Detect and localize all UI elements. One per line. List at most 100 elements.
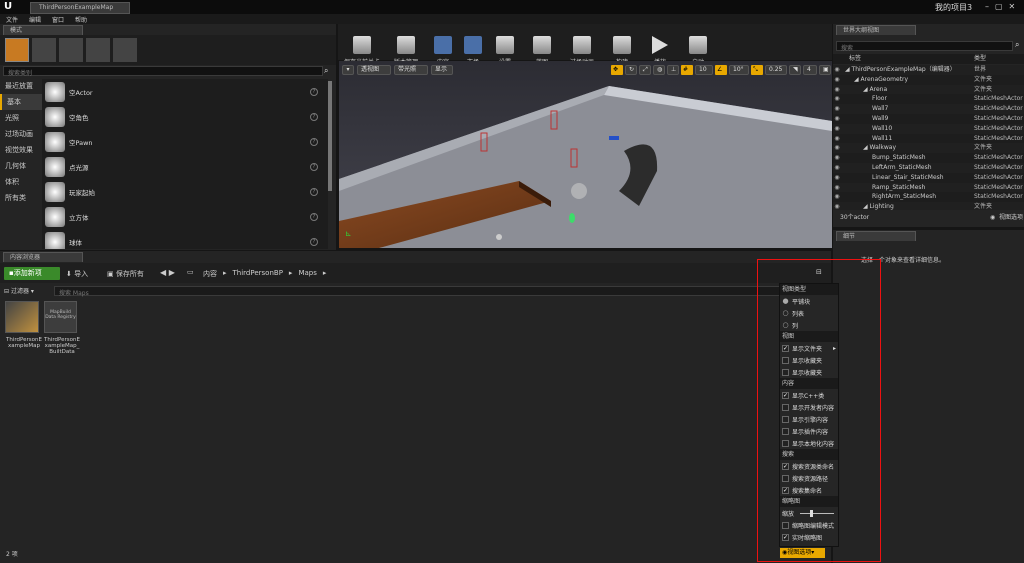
outliner-row[interactable]: ◉ Wall10 StaticMeshActor <box>833 123 1024 134</box>
content-search-input[interactable]: 搜索 Maps <box>54 286 780 297</box>
category-all-classes[interactable]: 所有类 <box>0 190 42 206</box>
eye-icon[interactable]: ◉ <box>833 183 841 193</box>
nav-back-forward[interactable]: ◀ ▶ <box>160 268 175 277</box>
outliner-row[interactable]: ◉ ◢ ArenaGeometry 文件夹 <box>833 74 1024 85</box>
cinematics-button[interactable]: 过场动画 <box>562 22 602 66</box>
translate-icon[interactable]: ✥ <box>611 65 623 75</box>
outliner-row[interactable]: ◉ ◢ Lighting 文件夹 <box>833 202 1024 210</box>
outliner-search-icon[interactable]: ⌕ <box>1015 40 1019 50</box>
eye-icon[interactable]: ◉ <box>833 134 841 144</box>
outliner-row[interactable]: ◉ Floor StaticMeshActor <box>833 94 1024 105</box>
scale-icon[interactable]: ⤢ <box>639 65 651 75</box>
foliage-mode-icon[interactable] <box>86 38 110 62</box>
outliner-row[interactable]: ◉ Wall7 StaticMeshActor <box>833 104 1024 114</box>
eye-icon[interactable]: ◉ <box>833 153 841 163</box>
help-icon[interactable]: ? <box>310 212 318 221</box>
geometry-mode-icon[interactable] <box>113 38 137 62</box>
category-cinematic[interactable]: 过场动画 <box>0 126 42 142</box>
source-control-button[interactable]: 版本管理 <box>384 22 428 66</box>
list-item[interactable]: 空Actor? <box>42 79 328 104</box>
marketplace-button[interactable]: 市场 <box>458 22 488 66</box>
window-controls[interactable]: –▢✕ <box>985 2 1021 11</box>
category-geometry[interactable]: 几何体 <box>0 158 42 174</box>
level-tab[interactable]: ThirdPersonExampleMap <box>30 2 130 14</box>
viewport-options-button[interactable]: ▾ <box>342 65 354 75</box>
launch-button[interactable]: 启动 <box>678 22 718 66</box>
help-icon[interactable]: ? <box>310 112 318 121</box>
perspective-button[interactable]: 透视图 <box>357 65 391 75</box>
tab-details[interactable]: 细节 <box>836 231 916 241</box>
eye-icon[interactable]: ◉ <box>833 163 841 173</box>
breadcrumb-maps[interactable]: Maps <box>298 269 316 279</box>
outliner-row[interactable]: ◉ ◢ Arena 文件夹 <box>833 84 1024 95</box>
list-item[interactable]: 球体? <box>42 229 328 249</box>
category-lights[interactable]: 光照 <box>0 110 42 126</box>
camera-speed-value[interactable]: 4 <box>803 65 817 75</box>
camera-speed-icon[interactable]: ◥ <box>789 65 801 75</box>
modes-search-input[interactable]: 搜索类别 <box>3 66 323 77</box>
outliner-row[interactable]: ◉ Wall9 StaticMeshActor <box>833 113 1024 124</box>
eye-icon[interactable]: ◉ <box>833 104 841 114</box>
eye-icon[interactable]: ◉ <box>833 202 841 210</box>
help-icon[interactable]: ? <box>310 162 318 171</box>
eye-icon[interactable]: ◉ <box>833 85 841 95</box>
tab-modes[interactable]: 模式 <box>3 25 83 35</box>
rotation-snap-value[interactable]: 10° <box>729 65 749 75</box>
save-all-button[interactable]: ▣ 保存所有 <box>107 269 144 279</box>
help-icon[interactable]: ? <box>310 87 318 96</box>
blueprints-button[interactable]: 蓝图 <box>522 22 562 66</box>
column-type[interactable]: 类型 <box>974 54 986 64</box>
eye-icon[interactable]: ◉ <box>833 143 841 153</box>
asset-tile[interactable]: ThirdPersonExampleMap <box>5 301 42 349</box>
grid-size-value[interactable]: 10 <box>695 65 713 75</box>
build-button[interactable]: 构建 <box>602 22 642 66</box>
outliner-row[interactable]: ◉ Bump_StaticMesh StaticMeshActor <box>833 153 1024 163</box>
grid-snap-icon[interactable]: # <box>681 65 693 75</box>
outliner-row[interactable]: ◉ ◢ ThirdPersonExampleMap（编辑器） 世界 <box>833 65 1024 75</box>
list-item[interactable]: 玩家起始? <box>42 179 328 204</box>
outliner-row[interactable]: ◉ Wall11 StaticMeshActor <box>833 133 1024 144</box>
outliner-search-input[interactable]: 搜索 <box>836 41 1013 52</box>
outliner-view-options[interactable]: 视图选项 <box>999 212 1023 224</box>
breadcrumb-thirdpersonbp[interactable]: ThirdPersonBP <box>233 269 283 279</box>
play-button[interactable]: 播放 <box>642 22 678 66</box>
help-icon[interactable]: ? <box>310 187 318 196</box>
menu-file[interactable]: 文件 <box>6 15 18 24</box>
asset-tile[interactable]: MapBuild Data Registry ThirdPersonExampl… <box>44 301 80 355</box>
category-basic[interactable]: 基本 <box>0 94 42 110</box>
tab-content-browser[interactable]: 内容浏览器 <box>3 252 83 262</box>
eye-icon[interactable]: ◉ <box>833 65 841 75</box>
outliner-row[interactable]: ◉ ◢ Walkway 文件夹 <box>833 143 1024 154</box>
help-icon[interactable]: ? <box>310 137 318 146</box>
modes-scrollbar[interactable] <box>328 81 332 191</box>
menu-window[interactable]: 窗口 <box>52 15 64 24</box>
paint-mode-icon[interactable] <box>32 38 56 62</box>
rotation-snap-icon[interactable]: ∠ <box>715 65 727 75</box>
place-mode-icon[interactable] <box>5 38 29 62</box>
show-button[interactable]: 显示 <box>431 65 453 75</box>
list-item[interactable]: 立方体? <box>42 204 328 229</box>
world-space-icon[interactable]: ◍ <box>653 65 665 75</box>
scale-snap-icon[interactable]: ⤡ <box>751 65 763 75</box>
content-button[interactable]: 内容 <box>428 22 458 66</box>
landscape-mode-icon[interactable] <box>59 38 83 62</box>
list-item[interactable]: 空Pawn? <box>42 129 328 154</box>
maximize-viewport-icon[interactable]: ▣ <box>819 65 831 75</box>
outliner-row[interactable]: ◉ Ramp_StaticMesh StaticMeshActor <box>833 182 1024 193</box>
modes-search-icon[interactable]: ⌕ <box>324 66 328 76</box>
filter-button[interactable]: ⊟ 过滤器 ▾ <box>4 286 34 295</box>
category-volumes[interactable]: 体积 <box>0 174 42 190</box>
save-level-button[interactable]: 保存当前关卡 <box>340 22 384 66</box>
category-visual-effects[interactable]: 视觉效果 <box>0 142 42 158</box>
outliner-row[interactable]: ◉ RightArm_StaticMesh StaticMeshActor <box>833 192 1024 203</box>
scale-snap-value[interactable]: 0.25 <box>765 65 787 75</box>
list-item[interactable]: 空角色? <box>42 104 328 129</box>
tab-world-outliner[interactable]: 世界大纲视图 <box>836 25 916 35</box>
eye-icon[interactable]: ◉ <box>833 94 841 104</box>
surface-snap-icon[interactable]: ⊥ <box>667 65 679 75</box>
rotate-icon[interactable]: ↻ <box>625 65 637 75</box>
lit-button[interactable]: 带光照 <box>394 65 428 75</box>
column-label[interactable]: 标签 <box>849 54 861 64</box>
menu-help[interactable]: 帮助 <box>75 15 87 24</box>
category-recent[interactable]: 最近放置 <box>0 78 42 94</box>
